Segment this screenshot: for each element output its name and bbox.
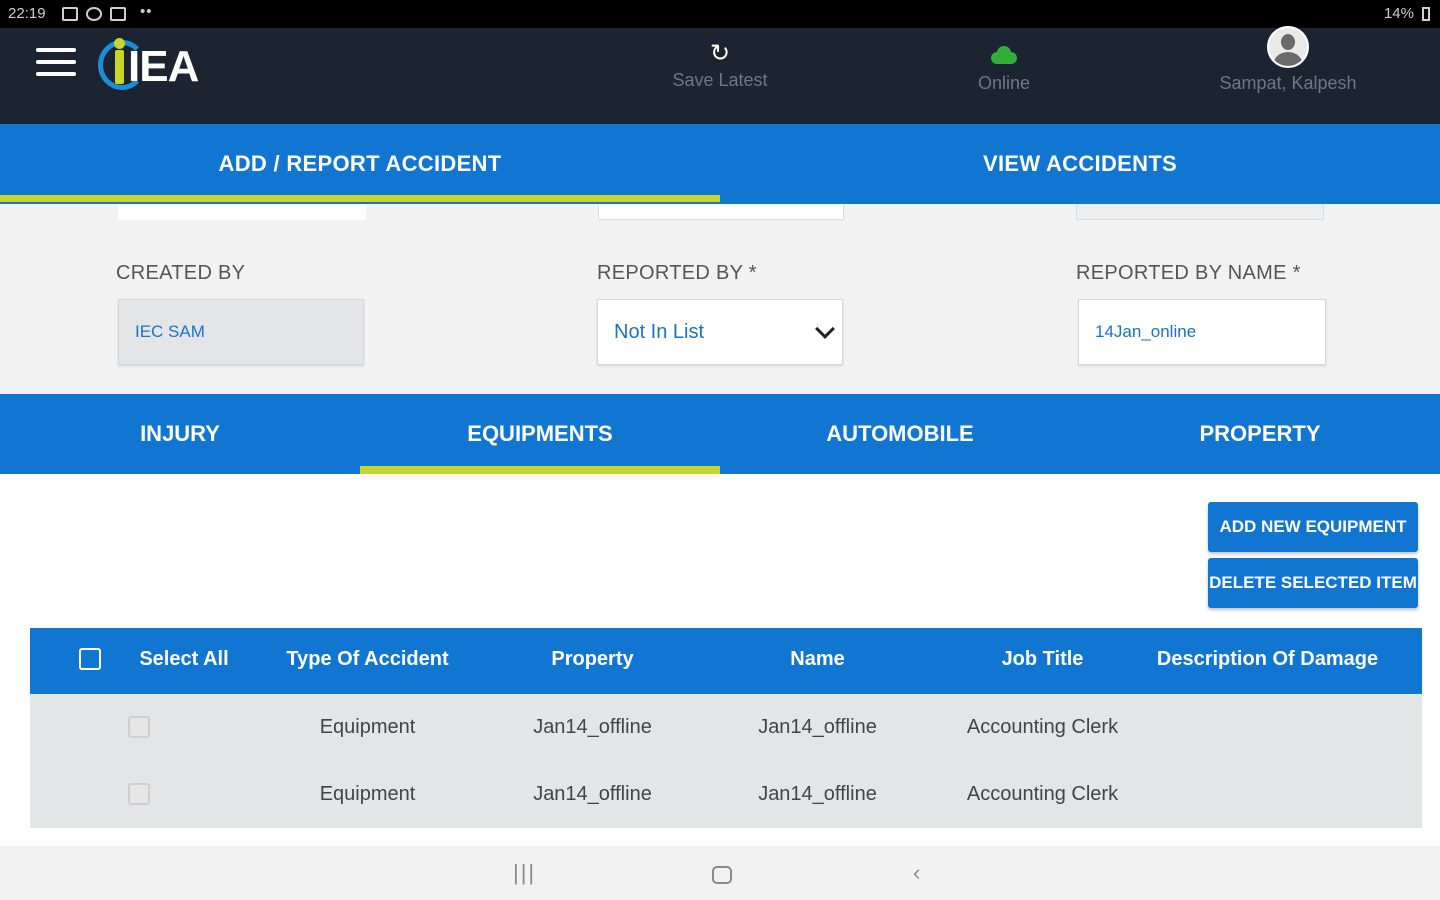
field-partial[interactable] xyxy=(598,204,844,220)
row-checkbox[interactable] xyxy=(128,783,150,805)
tab-add-report-accident[interactable]: ADD / REPORT ACCIDENT xyxy=(0,124,720,204)
sync-notification-icon xyxy=(86,7,102,21)
message-notification-icon xyxy=(110,7,126,21)
equipment-table: Select All Type Of Accident Property Nam… xyxy=(30,628,1422,828)
table-header: Select All Type Of Accident Property Nam… xyxy=(30,628,1422,694)
more-notifications-icon: •• xyxy=(140,3,153,20)
cell-property: Jan14_offline xyxy=(533,783,652,805)
column-job-title: Job Title xyxy=(1001,648,1084,670)
sub-tabs: INJURY EQUIPMENTS AUTOMOBILE PROPERTY xyxy=(0,394,1440,474)
add-new-equipment-button[interactable]: ADD NEW EQUIPMENT xyxy=(1208,502,1418,552)
created-by-label: CREATED BY xyxy=(116,262,246,284)
cell-type: Equipment xyxy=(319,783,416,805)
battery-icon xyxy=(1422,7,1430,21)
table-row[interactable]: Equipment Jan14_offline Jan14_offline Ac… xyxy=(30,694,1422,761)
save-latest-button[interactable]: ↻ Save Latest xyxy=(660,42,780,91)
recent-apps-icon[interactable]: ||| xyxy=(513,860,536,886)
table-body: Equipment Jan14_offline Jan14_offline Ac… xyxy=(30,694,1422,828)
home-icon[interactable] xyxy=(712,866,732,884)
tab-automobile[interactable]: AUTOMOBILE xyxy=(720,394,1080,474)
gallery-notification-icon xyxy=(62,7,78,21)
reported-by-name-field[interactable]: 14Jan_online xyxy=(1078,299,1326,365)
reported-by-value: Not In List xyxy=(614,321,705,343)
cell-type: Equipment xyxy=(319,716,416,738)
accident-form: CREATED BY IEC SAM REPORTED BY * Not In … xyxy=(0,204,1440,394)
tab-injury[interactable]: INJURY xyxy=(0,394,360,474)
select-all-checkbox[interactable] xyxy=(79,648,101,670)
tab-equipments[interactable]: EQUIPMENTS xyxy=(360,394,720,474)
chevron-down-icon xyxy=(815,319,835,339)
sync-icon: ↻ xyxy=(709,40,731,67)
reported-by-label: REPORTED BY * xyxy=(597,262,757,284)
iea-logo: IEA xyxy=(98,36,228,92)
cell-name: Jan14_offline xyxy=(758,716,877,738)
column-type-of-accident: Type Of Accident xyxy=(286,648,449,670)
row-checkbox[interactable] xyxy=(128,716,150,738)
reported-by-select[interactable]: Not In List xyxy=(597,299,843,365)
created-by-field: IEC SAM xyxy=(118,299,364,365)
status-bar: 22:19 •• 14% xyxy=(0,0,1440,28)
field-partial[interactable] xyxy=(118,204,366,220)
cell-name: Jan14_offline xyxy=(758,783,877,805)
column-description-of-damage: Description Of Damage xyxy=(1156,648,1379,670)
user-name: Sampat, Kalpesh xyxy=(1219,73,1357,93)
app-header: IEA ↻ Save Latest Online Sampat, Kalpesh xyxy=(0,26,1440,124)
cloud-icon xyxy=(989,46,1019,64)
table-row[interactable]: Equipment Jan14_offline Jan14_offline Ac… xyxy=(30,761,1422,828)
system-nav-bar: ||| ‹ xyxy=(0,846,1440,900)
status-time: 22:19 xyxy=(8,5,46,22)
equipments-panel: ADD NEW EQUIPMENT DELETE SELECTED ITEM S… xyxy=(0,474,1440,846)
delete-selected-item-button[interactable]: DELETE SELECTED ITEM xyxy=(1208,558,1418,608)
online-label: Online xyxy=(977,73,1031,93)
reported-by-name-label: REPORTED BY NAME * xyxy=(1076,262,1301,284)
menu-icon[interactable] xyxy=(36,48,76,78)
battery-level: 14% xyxy=(1383,5,1414,22)
tab-property[interactable]: PROPERTY xyxy=(1080,394,1440,474)
column-name: Name xyxy=(790,648,845,670)
user-profile[interactable]: Sampat, Kalpesh xyxy=(1200,26,1376,94)
column-select-all[interactable]: Select All xyxy=(120,628,248,690)
online-status: Online xyxy=(954,46,1054,94)
avatar-icon xyxy=(1267,26,1309,68)
column-property: Property xyxy=(551,648,634,670)
save-latest-label: Save Latest xyxy=(672,70,768,90)
back-icon[interactable]: ‹ xyxy=(913,860,920,886)
field-partial[interactable] xyxy=(1076,204,1324,220)
cell-job-title: Accounting Clerk xyxy=(966,716,1119,738)
top-tabs: ADD / REPORT ACCIDENT VIEW ACCIDENTS xyxy=(0,124,1440,204)
logo-text: IEA xyxy=(128,42,199,91)
cell-property: Jan14_offline xyxy=(533,716,652,738)
cell-job-title: Accounting Clerk xyxy=(966,783,1119,805)
tab-view-accidents[interactable]: VIEW ACCIDENTS xyxy=(720,124,1440,204)
